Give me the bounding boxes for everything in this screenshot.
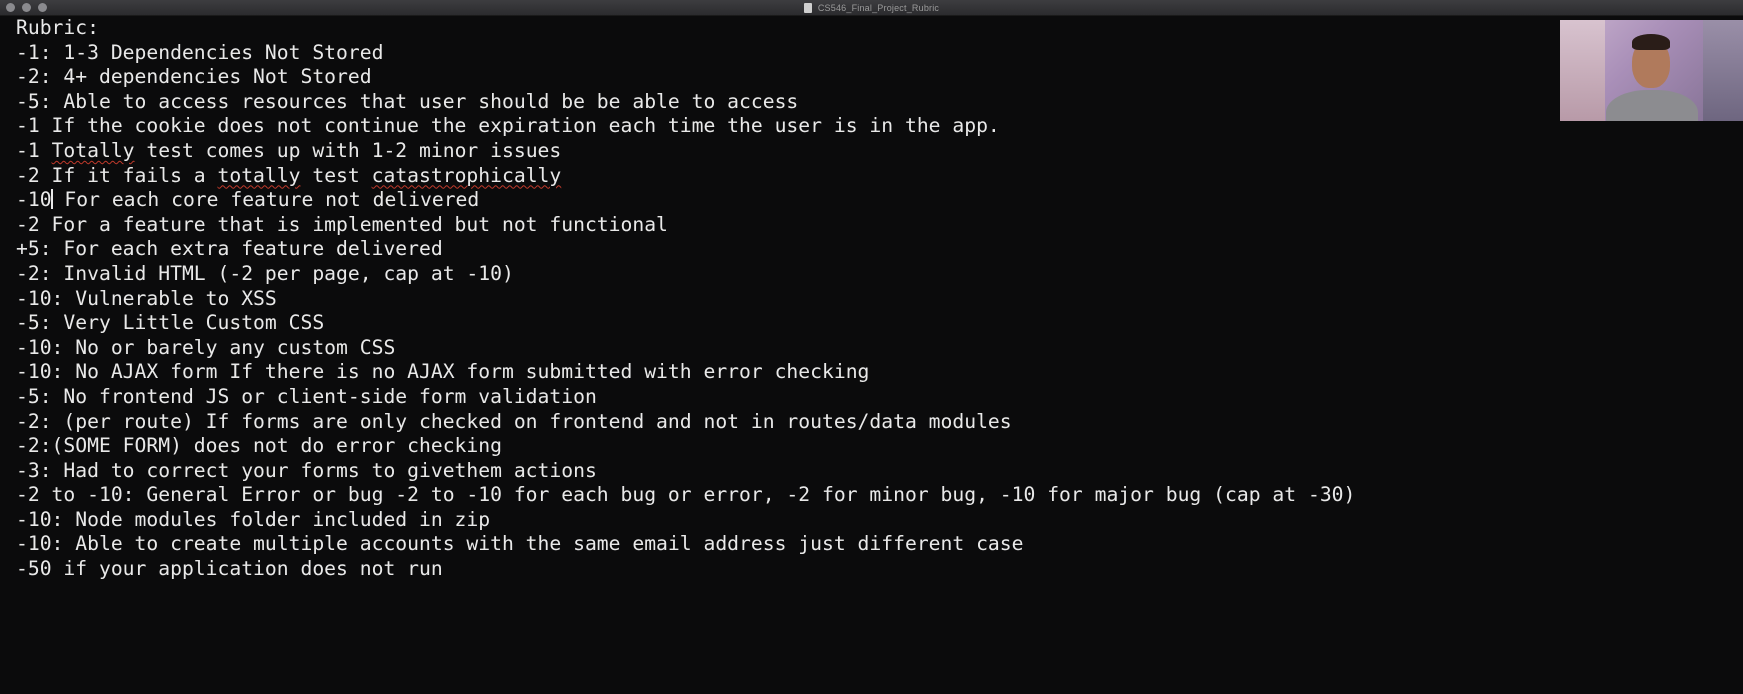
- line-text: -10: Able to create multiple accounts wi…: [16, 532, 1024, 556]
- line-text: -2: Invalid HTML (-2 per page, cap at -1…: [16, 261, 514, 285]
- spellcheck-flagged-word: totally: [217, 163, 301, 187]
- spellcheck-flagged-word: catastrophically: [371, 163, 562, 187]
- document-line[interactable]: -10: No or barely any custom CSS: [16, 336, 1516, 361]
- line-text: -10: No AJAX form If there is no AJAX fo…: [16, 360, 870, 384]
- line-text: -5: Very Little Custom CSS: [16, 311, 325, 335]
- document-line[interactable]: -5: Able to access resources that user s…: [16, 90, 1516, 115]
- line-text: -1 If the cookie does not continue the e…: [16, 114, 1000, 138]
- window-title-area: CS546_Final_Project_Rubric: [0, 0, 1743, 15]
- line-text: -2 If it fails a: [16, 163, 218, 187]
- document-line[interactable]: -2 to -10: General Error or bug -2 to -1…: [16, 483, 1516, 508]
- line-text: test: [300, 163, 372, 187]
- line-text: -5: No frontend JS or client-side form v…: [16, 384, 597, 408]
- document-icon: [803, 2, 812, 13]
- document-line[interactable]: -5: No frontend JS or client-side form v…: [16, 385, 1516, 410]
- line-text: +5: For each extra feature delivered: [16, 237, 443, 261]
- line-text: -1: [16, 138, 52, 162]
- line-text: -10: [16, 188, 52, 212]
- line-text: -3: Had to correct your forms to givethe…: [16, 458, 597, 482]
- document-line[interactable]: -1 Totally test comes up with 1-2 minor …: [16, 139, 1516, 164]
- document-line[interactable]: -5: Very Little Custom CSS: [16, 311, 1516, 336]
- line-text: For each core feature not delivered: [52, 188, 480, 212]
- window-title: CS546_Final_Project_Rubric: [817, 2, 940, 13]
- webcam-background-wall: [1703, 20, 1743, 121]
- line-text: -2 to -10: General Error or bug -2 to -1…: [16, 483, 1356, 507]
- webcam-person-hair: [1632, 34, 1670, 50]
- webcam-overlay: [1560, 20, 1743, 121]
- line-text: -10: No or barely any custom CSS: [16, 335, 396, 359]
- text-editor-window: CS546_Final_Project_Rubric Rubric: -1: 1-…: [0, 0, 1743, 694]
- document-line[interactable]: Rubric:: [16, 16, 1516, 41]
- line-text: test comes up with 1-2 minor issues: [134, 138, 562, 162]
- webcam-background-shelf: [1560, 20, 1605, 121]
- document-line[interactable]: -2: (per route) If forms are only checke…: [16, 410, 1516, 435]
- line-text: -5: Able to access resources that user s…: [16, 89, 799, 113]
- document-line[interactable]: -10: Node modules folder included in zip: [16, 508, 1516, 533]
- document-line[interactable]: -2: 4+ dependencies Not Stored: [16, 65, 1516, 90]
- line-text: -10: Vulnerable to XSS: [16, 286, 277, 310]
- document-line[interactable]: -2 For a feature that is implemented but…: [16, 213, 1516, 238]
- line-text: -2: (per route) If forms are only checke…: [16, 409, 1012, 433]
- line-text: -2: 4+ dependencies Not Stored: [16, 65, 372, 89]
- line-text: -2 For a feature that is implemented but…: [16, 212, 668, 236]
- spellcheck-flagged-word: Totally: [51, 138, 135, 162]
- document-line[interactable]: +5: For each extra feature delivered: [16, 237, 1516, 262]
- line-text: -10: Node modules folder included in zip: [16, 507, 491, 531]
- document-line[interactable]: -3: Had to correct your forms to givethe…: [16, 459, 1516, 484]
- document-line[interactable]: -50 if your application does not run: [16, 557, 1516, 582]
- document-line[interactable]: -10: Vulnerable to XSS: [16, 287, 1516, 312]
- webcam-person-body: [1606, 90, 1698, 121]
- line-text: -50 if your application does not run: [16, 557, 443, 581]
- document-line[interactable]: -10 For each core feature not delivered: [16, 188, 1516, 213]
- line-text: Rubric:: [16, 16, 99, 39]
- document-line[interactable]: -1: 1-3 Dependencies Not Stored: [16, 41, 1516, 66]
- document-line[interactable]: -2 If it fails a totally test catastroph…: [16, 164, 1516, 189]
- line-text: -1: 1-3 Dependencies Not Stored: [16, 40, 384, 64]
- document-line[interactable]: -10: No AJAX form If there is no AJAX fo…: [16, 360, 1516, 385]
- document-line[interactable]: -10: Able to create multiple accounts wi…: [16, 532, 1516, 557]
- line-text: -2:(SOME FORM) does not do error checkin…: [16, 434, 502, 458]
- document-line[interactable]: -1 If the cookie does not continue the e…: [16, 114, 1516, 139]
- document-line[interactable]: -2: Invalid HTML (-2 per page, cap at -1…: [16, 262, 1516, 287]
- document-line[interactable]: -2:(SOME FORM) does not do error checkin…: [16, 434, 1516, 459]
- title-bar[interactable]: CS546_Final_Project_Rubric: [0, 0, 1743, 16]
- document-editor[interactable]: Rubric: -1: 1-3 Dependencies Not Stored -2…: [16, 16, 1516, 582]
